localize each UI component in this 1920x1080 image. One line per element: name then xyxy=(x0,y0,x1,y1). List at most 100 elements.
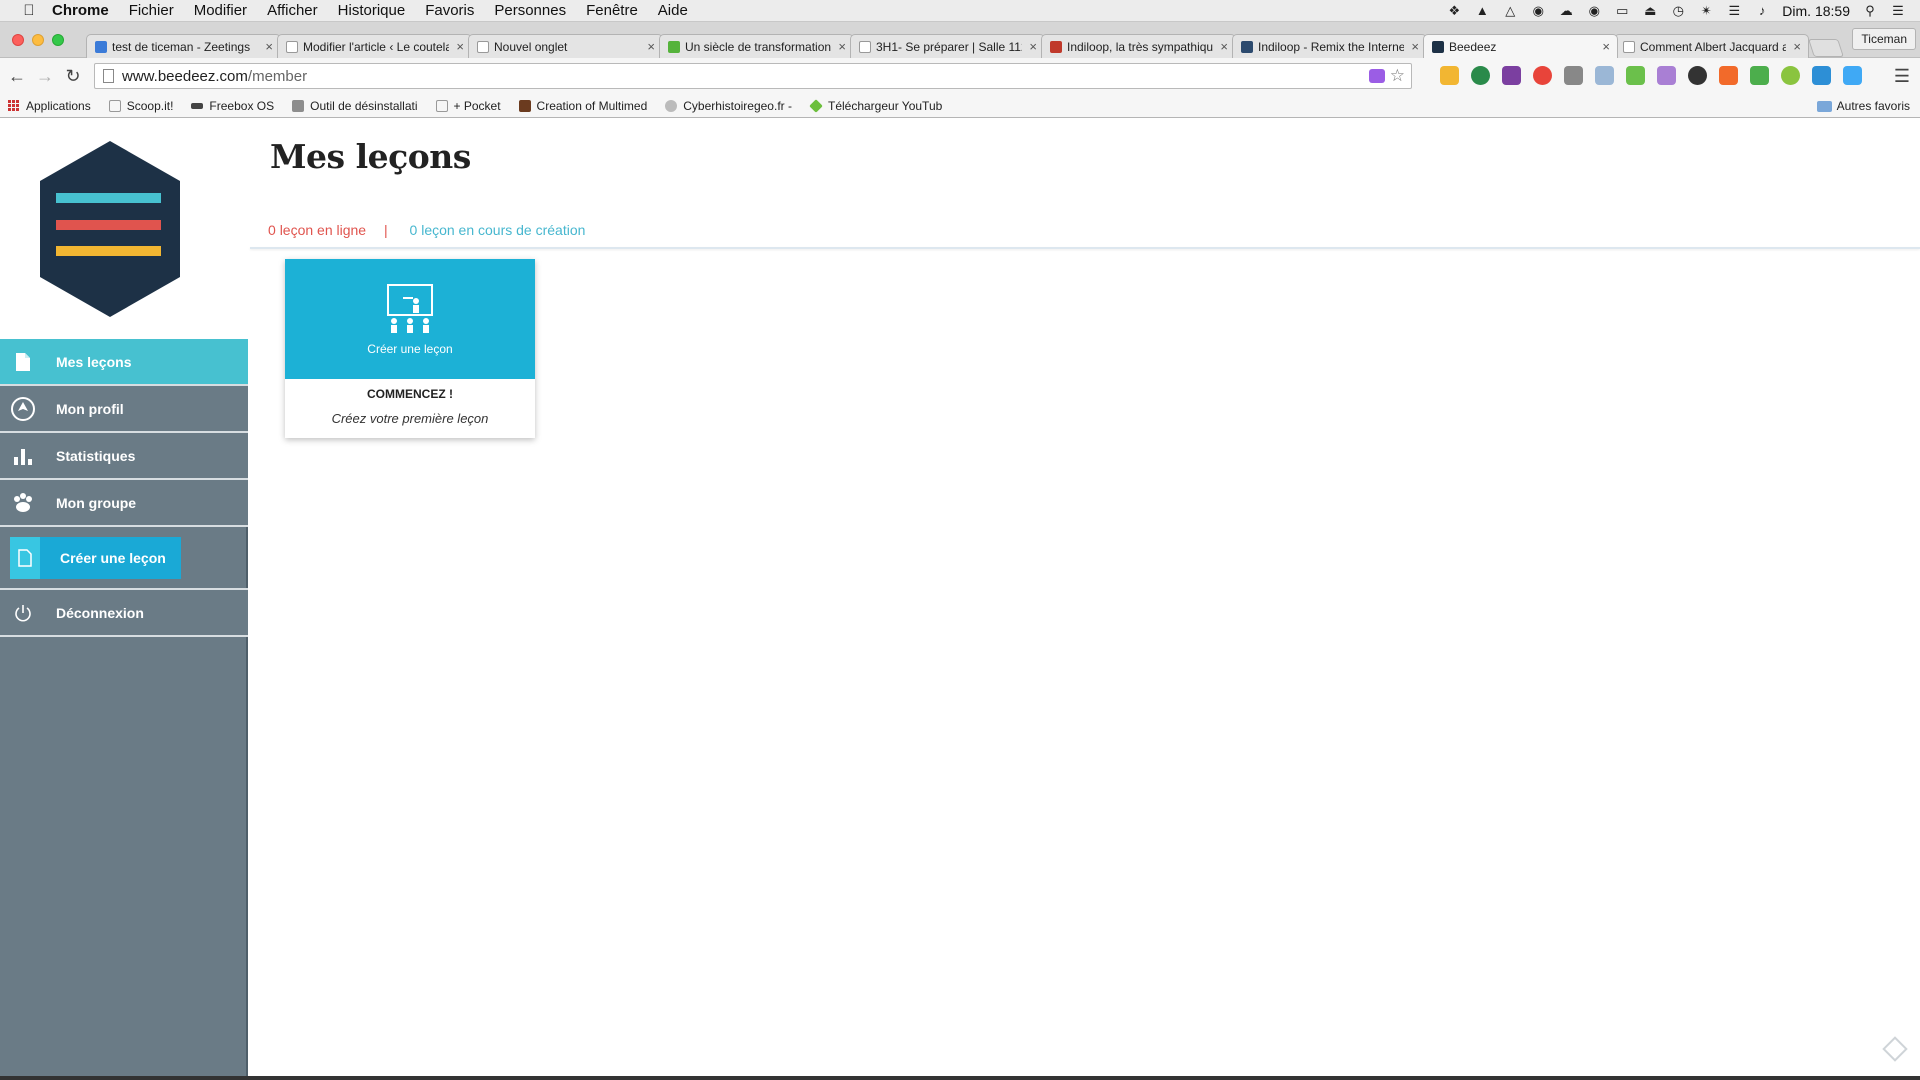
sidebar-create-container: Créer une leçon xyxy=(0,527,248,590)
menu-historique[interactable]: Historique xyxy=(338,2,406,19)
extension-puzzle-icon[interactable] xyxy=(1440,66,1459,85)
tab-close-icon[interactable]: × xyxy=(1411,39,1419,54)
drive-icon[interactable]: △ xyxy=(1502,4,1518,18)
reload-icon[interactable]: ↻ xyxy=(62,65,84,87)
beedeez-logo-icon[interactable] xyxy=(38,141,182,317)
omnibox-extension-icon[interactable] xyxy=(1369,69,1385,83)
eject-icon[interactable]: ⏏ xyxy=(1642,4,1658,18)
maximize-window-icon[interactable] xyxy=(52,34,64,46)
extension-bookmark-icon[interactable] xyxy=(1719,66,1738,85)
close-window-icon[interactable] xyxy=(12,34,24,46)
menu-app-name[interactable]: Chrome xyxy=(52,2,109,19)
tab-close-icon[interactable]: × xyxy=(838,39,846,54)
bookmark-cyberhistoiregeo[interactable]: Cyberhistoiregeo.fr - xyxy=(665,99,792,113)
bookmark-freebox[interactable]: Freebox OS xyxy=(191,99,274,113)
notification-center-icon[interactable]: ☰ xyxy=(1890,4,1906,18)
tab-title: Un siècle de transformations xyxy=(685,39,831,54)
spotlight-search-icon[interactable]: ⚲ xyxy=(1862,4,1878,18)
corner-widget-icon[interactable] xyxy=(1882,1036,1908,1062)
profile-button[interactable]: Ticeman xyxy=(1852,28,1916,50)
page-icon xyxy=(435,99,448,112)
extension-leaf-icon[interactable] xyxy=(1626,66,1645,85)
forward-arrow-icon[interactable]: → xyxy=(34,65,56,87)
tab-7[interactable]: Beedeez × xyxy=(1423,34,1618,58)
extension-onenote-icon[interactable] xyxy=(1502,66,1521,85)
extension-print-icon[interactable] xyxy=(1750,66,1769,85)
menu-afficher[interactable]: Afficher xyxy=(267,2,318,19)
tab-close-icon[interactable]: × xyxy=(1029,39,1037,54)
menubar-status-area: ❖ ▲ △ ◉ ☁ ◉ ▭ ⏏ ◷ ✴ ☰ ♪ Dim. 18:59 ⚲ ☰ xyxy=(1446,0,1906,22)
tab-3[interactable]: Un siècle de transformations × xyxy=(659,34,854,58)
tab-close-icon[interactable]: × xyxy=(265,39,273,54)
menubar-clock[interactable]: Dim. 18:59 xyxy=(1782,3,1850,19)
extension-pen-icon[interactable] xyxy=(1657,66,1676,85)
tab-favicon-icon xyxy=(1241,40,1253,53)
extension-screenshot-icon[interactable] xyxy=(1843,66,1862,85)
tab-close-icon[interactable]: × xyxy=(1220,39,1228,54)
volume-icon[interactable]: ♪ xyxy=(1754,4,1770,18)
bluetooth-icon[interactable]: ✴ xyxy=(1698,4,1714,18)
dropbox-icon[interactable]: ❖ xyxy=(1446,4,1462,18)
bookmark-star-icon[interactable]: ☆ xyxy=(1390,66,1405,86)
sidebar-item-mon-profil[interactable]: Mon profil xyxy=(0,386,248,433)
bookmark-scoopit[interactable]: Scoop.it! xyxy=(108,99,173,113)
back-arrow-icon[interactable]: ← xyxy=(6,65,28,87)
tab-2[interactable]: Nouvel onglet × xyxy=(468,34,663,58)
create-lesson-label: Créer une leçon xyxy=(60,549,166,566)
new-tab-button[interactable] xyxy=(1808,39,1844,57)
extension-evernote-icon[interactable] xyxy=(1471,66,1490,85)
tab-1[interactable]: Modifier l'article ‹ Le coutelas × xyxy=(277,34,472,58)
bookmark-desinstallation[interactable]: Outil de désinstallati xyxy=(292,99,418,113)
tab-close-icon[interactable]: × xyxy=(647,39,655,54)
chrome-menu-icon[interactable]: ☰ xyxy=(1894,66,1910,87)
tab-0[interactable]: test de ticeman - Zeetings × xyxy=(86,34,281,58)
tab-6[interactable]: Indiloop - Remix the Internet × xyxy=(1232,34,1427,58)
extension-dot-icon[interactable] xyxy=(1781,66,1800,85)
minimize-window-icon[interactable] xyxy=(32,34,44,46)
apple-menu-icon[interactable]:  xyxy=(18,2,40,19)
extension-circle-icon[interactable] xyxy=(1688,66,1707,85)
menu-favoris[interactable]: Favoris xyxy=(425,2,474,19)
extension-note-icon[interactable] xyxy=(1812,66,1831,85)
time-machine-icon[interactable]: ◷ xyxy=(1670,4,1686,18)
online-count-link[interactable]: 0 leçon en ligne xyxy=(268,222,366,238)
tab-4[interactable]: 3H1- Se préparer | Salle 112 × xyxy=(850,34,1045,58)
menu-aide[interactable]: Aide xyxy=(658,2,688,19)
wifi-icon[interactable]: ☰ xyxy=(1726,4,1742,18)
sidebar-item-statistiques[interactable]: Statistiques xyxy=(0,433,248,480)
tab-5[interactable]: Indiloop, la très sympathique × xyxy=(1041,34,1236,58)
tab-list: test de ticeman - Zeetings × Modifier l'ar… xyxy=(86,34,1844,58)
bookmark-multimedia[interactable]: Creation of Multimed xyxy=(518,99,647,113)
macos-menubar:  Chrome Fichier Modifier Afficher Histo… xyxy=(0,0,1920,22)
menu-modifier[interactable]: Modifier xyxy=(194,2,247,19)
menu-fenetre[interactable]: Fenêtre xyxy=(586,2,638,19)
bookmark-pocket[interactable]: + Pocket xyxy=(435,99,501,113)
create-lesson-card[interactable]: Créer une leçon COMMENCEZ ! Créez votre … xyxy=(285,259,535,438)
address-bar[interactable]: www.beedeez.com/member ☆ xyxy=(94,63,1412,89)
menu-fichier[interactable]: Fichier xyxy=(129,2,174,19)
tray-app-icon[interactable]: ▲ xyxy=(1474,4,1490,18)
bookmark-applications[interactable]: Applications xyxy=(8,99,91,113)
airplay-icon[interactable]: ▭ xyxy=(1614,4,1630,18)
sync-icon[interactable]: ◉ xyxy=(1530,4,1546,18)
main-content: Mes leçons 0 leçon en ligne | 0 leçon en… xyxy=(250,119,1920,1076)
extension-lastpass-icon[interactable] xyxy=(1533,66,1552,85)
bookmark-other-folder[interactable]: Autres favoris xyxy=(1816,99,1910,113)
tab-close-icon[interactable]: × xyxy=(1602,39,1610,54)
bookmark-youtube-downloader[interactable]: Téléchargeur YouTub xyxy=(809,99,942,113)
extension-camera-icon[interactable] xyxy=(1595,66,1614,85)
draft-count-link[interactable]: 0 leçon en cours de création xyxy=(410,222,586,238)
menu-personnes[interactable]: Personnes xyxy=(494,2,566,19)
cloud-icon[interactable]: ☁ xyxy=(1558,4,1574,18)
sidebar-item-deconnexion[interactable]: Déconnexion xyxy=(0,590,248,637)
browser-tabstrip: test de ticeman - Zeetings × Modifier l'ar… xyxy=(0,22,1920,58)
sidebar-item-mon-groupe[interactable]: Mon groupe xyxy=(0,480,248,527)
sidebar-item-mes-lecons[interactable]: Mes leçons xyxy=(0,339,248,386)
power-icon xyxy=(11,601,35,625)
tab-close-icon[interactable]: × xyxy=(456,39,464,54)
tab-close-icon[interactable]: × xyxy=(1793,39,1801,54)
notification-bell-icon[interactable]: ◉ xyxy=(1586,4,1602,18)
extension-clipboard-icon[interactable] xyxy=(1564,66,1583,85)
tab-8[interactable]: Comment Albert Jacquard a × xyxy=(1614,34,1809,58)
create-lesson-button[interactable]: Créer une leçon xyxy=(10,536,181,579)
